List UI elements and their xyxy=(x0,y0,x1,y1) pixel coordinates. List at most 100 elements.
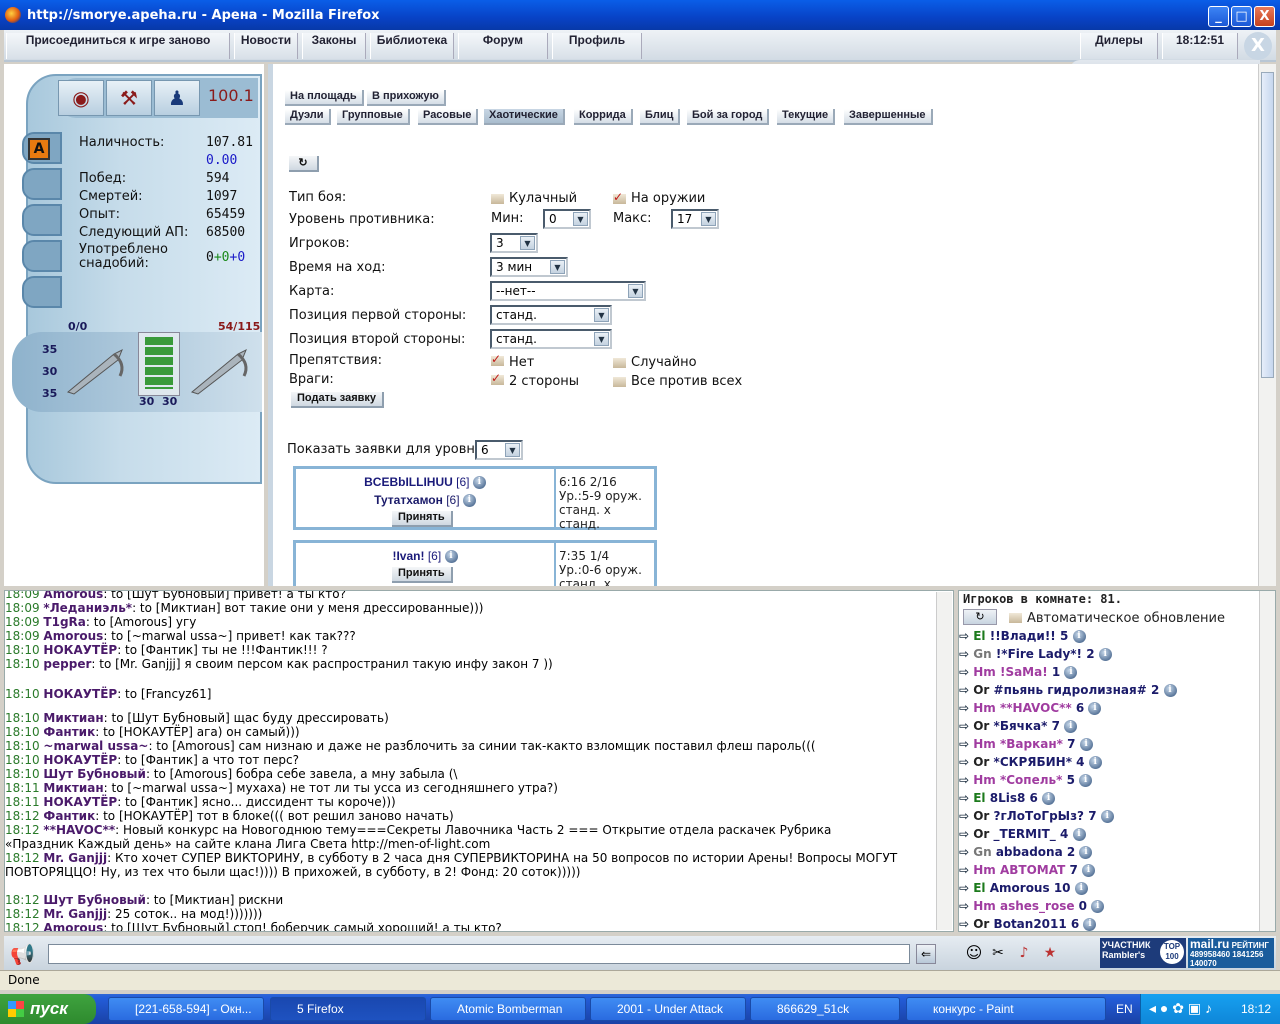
tab-chaotic[interactable]: Хаотические xyxy=(484,109,565,125)
chat-author[interactable]: Mr. Ganjjj xyxy=(43,851,107,865)
weapon-checkbox[interactable]: ✓ xyxy=(613,191,626,204)
nav-forum[interactable]: Форум xyxy=(458,33,548,59)
arrow-icon[interactable]: ⇨ xyxy=(959,899,973,913)
arrow-icon[interactable]: ⇨ xyxy=(959,737,973,751)
chat-author[interactable]: Шут Бубновый xyxy=(43,893,146,907)
player-row[interactable]: ⇨ El Amorous 10 i xyxy=(959,881,1088,895)
close-x-icon[interactable]: X xyxy=(1244,32,1272,60)
arrow-icon[interactable]: ⇨ xyxy=(959,719,973,733)
chat-author[interactable]: НОКАУТЁР xyxy=(43,795,117,809)
player-row[interactable]: ⇨ Or #пьянь гидролизная# 2 i xyxy=(959,683,1177,697)
map-select[interactable]: --нет-- ▼ xyxy=(490,281,646,301)
arrow-icon[interactable]: ⇨ xyxy=(959,791,973,805)
all-vs-all-checkbox[interactable] xyxy=(613,377,626,387)
player-row[interactable]: ⇨ Or *СКРЯБИН* 4 i xyxy=(959,755,1102,769)
info-icon[interactable]: i xyxy=(1064,666,1078,679)
player-row[interactable]: ⇨ El !!Влади!! 5 i xyxy=(959,629,1086,643)
tray-icons[interactable]: ◂ ● ✿ ▣ ♪ xyxy=(1149,1000,1212,1017)
chat-author[interactable]: pepper xyxy=(43,657,91,671)
tab-current[interactable]: Текущие xyxy=(777,109,836,125)
submit-request-button[interactable]: Подать заявку xyxy=(291,392,385,408)
info-icon[interactable]: i xyxy=(472,476,486,490)
minimize-button[interactable]: _ xyxy=(1208,6,1229,27)
arrow-icon[interactable]: ⇨ xyxy=(959,755,973,769)
chat-author[interactable]: Миктиан xyxy=(43,711,103,725)
players-scrollbar[interactable] xyxy=(1259,591,1275,931)
chat-author[interactable]: T1gRa xyxy=(43,615,85,629)
send-arrow-icon[interactable]: ⇐ xyxy=(916,944,936,964)
tab-hallway[interactable]: В прихожую xyxy=(367,90,446,106)
tab-group[interactable]: Групповые xyxy=(337,109,410,125)
player-row[interactable]: ⇨ Hm ashes_rose 0 i xyxy=(959,899,1105,913)
side-tab[interactable] xyxy=(22,276,62,308)
task-item[interactable]: 2001 - Under Attack xyxy=(590,997,746,1021)
info-icon[interactable]: i xyxy=(1079,774,1093,787)
task-item[interactable]: Atomic Bomberman xyxy=(430,997,586,1021)
chat-author[interactable]: НОКАУТЁР xyxy=(43,753,117,767)
tab-racial[interactable]: Расовые xyxy=(418,109,479,125)
first-side-select[interactable]: станд. ▼ xyxy=(490,305,612,325)
maximize-button[interactable]: □ xyxy=(1231,6,1252,27)
close-button[interactable]: X xyxy=(1254,6,1275,27)
side-tab[interactable] xyxy=(22,240,62,272)
no-obstacles-checkbox[interactable]: ✓ xyxy=(491,353,504,366)
tab-blitz[interactable]: Блиц xyxy=(640,109,681,125)
player-row[interactable]: ⇨ El 8Lis8 6 i xyxy=(959,791,1056,805)
info-icon[interactable]: i xyxy=(1082,864,1096,877)
auto-refresh-checkbox[interactable] xyxy=(1009,613,1022,623)
side-tab[interactable] xyxy=(22,204,62,236)
task-item[interactable]: 866629_51ck xyxy=(750,997,900,1021)
nav-profile[interactable]: Профиль xyxy=(552,33,642,59)
player-row[interactable]: ⇨ Hm *Варкан* 7 i xyxy=(959,737,1093,751)
info-icon[interactable]: i xyxy=(1163,684,1177,697)
chat-author[interactable]: Миктиан xyxy=(43,781,103,795)
info-icon[interactable]: i xyxy=(1088,702,1102,715)
info-icon[interactable]: i xyxy=(462,494,476,508)
task-item[interactable]: 5 Firefox xyxy=(270,997,426,1021)
nav-library[interactable]: Библиотека xyxy=(370,33,454,59)
chat-author[interactable]: Amorous xyxy=(43,629,103,643)
chat-author[interactable]: Amorous xyxy=(43,921,103,931)
left-weapon-icon[interactable] xyxy=(64,346,128,396)
megaphone-icon[interactable]: 📢 xyxy=(10,942,35,966)
task-item[interactable]: конкурс - Paint xyxy=(906,997,1106,1021)
eye-icon[interactable]: ◉ xyxy=(58,80,104,116)
player-row[interactable]: ⇨ Or _TERMIT_ 4 i xyxy=(959,827,1086,841)
arrow-icon[interactable]: ⇨ xyxy=(959,863,973,877)
show-level-select[interactable]: 6 ▼ xyxy=(475,440,523,460)
right-weapon-icon[interactable] xyxy=(188,346,252,396)
arrow-icon[interactable]: ⇨ xyxy=(959,881,973,895)
arrow-icon[interactable]: ⇨ xyxy=(959,845,973,859)
arrow-icon[interactable]: ⇨ xyxy=(959,665,973,679)
player-row[interactable]: ⇨ Hm !SaMa! 1 i xyxy=(959,665,1078,679)
person-icon[interactable]: ♟ xyxy=(154,80,200,116)
side-tab[interactable]: A xyxy=(22,132,62,164)
scissors-icon[interactable]: ✂ xyxy=(988,944,1008,964)
info-icon[interactable]: i xyxy=(1091,900,1105,913)
nav-rejoin[interactable]: Присоединиться к игре заново xyxy=(6,33,230,59)
rambler-banner[interactable]: УЧАСТНИК Rambler's TOP 100 xyxy=(1100,938,1186,968)
arrow-icon[interactable]: ⇨ xyxy=(959,629,973,643)
refresh-icon[interactable]: ↻ xyxy=(963,609,997,625)
info-icon[interactable]: i xyxy=(1042,792,1056,805)
info-icon[interactable]: i xyxy=(1088,756,1102,769)
side-tab[interactable] xyxy=(22,168,62,200)
request-player[interactable]: !Ivan! [6] i xyxy=(296,549,554,564)
chat-author[interactable]: Шут Бубновый xyxy=(43,767,146,781)
random-obstacles-checkbox[interactable] xyxy=(613,358,626,368)
info-icon[interactable]: i xyxy=(1098,648,1112,661)
info-icon[interactable]: i xyxy=(1100,810,1114,823)
nav-laws[interactable]: Законы xyxy=(302,33,366,59)
info-icon[interactable]: i xyxy=(1079,846,1093,859)
tab-duels[interactable]: Дуэли xyxy=(285,109,331,125)
player-row[interactable]: ⇨ Hm *Сопель* 5 i xyxy=(959,773,1093,787)
language-indicator[interactable]: EN xyxy=(1116,1002,1133,1016)
player-row[interactable]: ⇨ Or Botan2011 6 i xyxy=(959,917,1097,931)
tab-finished[interactable]: Завершенные xyxy=(844,109,933,125)
info-icon[interactable]: i xyxy=(1064,720,1078,733)
player-row[interactable]: ⇨ Gn !*Fire Lady*! 2 i xyxy=(959,647,1112,661)
min-level-select[interactable]: 0 ▼ xyxy=(543,209,591,229)
arrow-icon[interactable]: ⇨ xyxy=(959,809,973,823)
chat-author[interactable]: Mr. Ganjjj xyxy=(43,907,107,921)
tab-square[interactable]: На площадь xyxy=(285,90,364,106)
